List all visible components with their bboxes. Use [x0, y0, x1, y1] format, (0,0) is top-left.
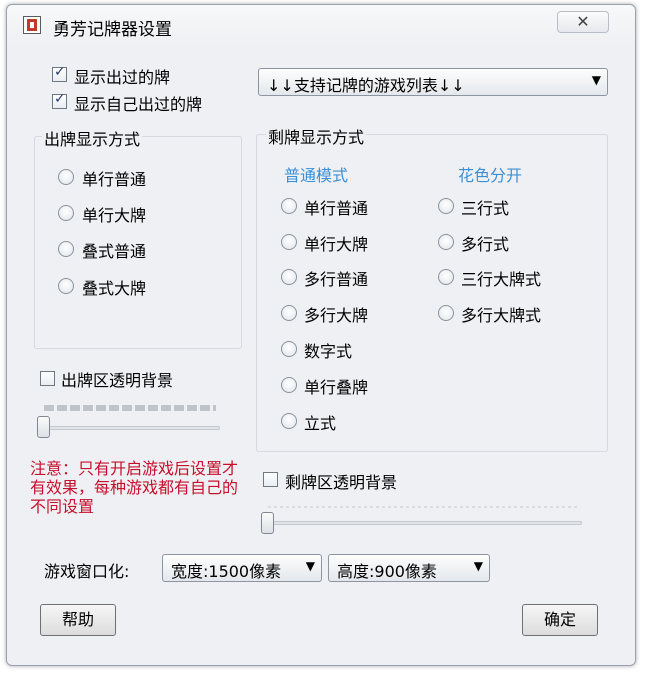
height-dropdown-value: 高度:900像素 [337, 562, 437, 581]
played-slider-ticks [44, 405, 216, 411]
played-option-1: 单行大牌 [82, 206, 147, 225]
remaining-normal-radio-3[interactable] [281, 305, 297, 321]
remaining-transparent-label: 剩牌区透明背景 [285, 473, 398, 492]
remaining-suit-radio-0[interactable] [438, 198, 454, 214]
remaining-display-title: 剩牌显示方式 [266, 124, 367, 148]
remaining-slider-ticks [268, 506, 578, 508]
played-transparent-checkbox[interactable] [40, 371, 55, 386]
played-radio-0[interactable] [58, 169, 74, 185]
normal-mode-heading: 普通模式 [284, 166, 349, 185]
window-title: 勇芳记牌器设置 [53, 20, 172, 40]
remaining-normal-radio-0[interactable] [281, 198, 297, 214]
played-option-3: 叠式大牌 [82, 279, 147, 298]
remaining-transparent-checkbox[interactable] [263, 472, 278, 487]
played-radio-3[interactable] [58, 278, 74, 294]
title-bar: 勇芳记牌器设置 ✕ [7, 5, 635, 45]
close-icon: ✕ [576, 12, 590, 31]
remaining-slider-thumb[interactable] [261, 512, 274, 534]
played-radio-1[interactable] [58, 205, 74, 221]
remaining-slider-track[interactable] [262, 521, 582, 525]
suit-mode-heading: 花色分开 [458, 166, 523, 185]
remaining-suit-option-2: 三行大牌式 [461, 270, 542, 289]
remaining-normal-option-0: 单行普通 [304, 199, 369, 218]
remaining-suit-option-1: 多行式 [461, 235, 510, 254]
chevron-down-icon: ▼ [591, 73, 601, 87]
played-radio-2[interactable] [58, 241, 74, 257]
remaining-normal-option-5: 单行叠牌 [304, 378, 369, 397]
app-icon [23, 16, 41, 34]
remaining-normal-option-3: 多行大牌 [304, 306, 369, 325]
height-dropdown[interactable]: 高度:900像素 ▼ [328, 554, 490, 582]
remaining-normal-radio-2[interactable] [281, 269, 297, 285]
games-list-dropdown[interactable]: ↓↓支持记牌的游戏列表↓↓ ▼ [258, 68, 608, 96]
remaining-suit-radio-3[interactable] [438, 305, 454, 321]
remaining-normal-radio-4[interactable] [281, 341, 297, 357]
help-button[interactable]: 帮助 [40, 604, 116, 636]
remaining-normal-radio-1[interactable] [281, 234, 297, 250]
played-option-0: 单行普通 [82, 170, 147, 189]
window-size-label: 游戏窗口化: [44, 562, 130, 581]
show-played-checkbox[interactable] [52, 64, 67, 82]
played-transparent-label: 出牌区透明背景 [61, 371, 174, 390]
remaining-normal-option-2: 多行普通 [304, 270, 369, 289]
remaining-normal-radio-5[interactable] [281, 377, 297, 393]
close-button[interactable]: ✕ [557, 11, 609, 33]
played-slider-thumb[interactable] [37, 416, 50, 438]
remaining-suit-radio-2[interactable] [438, 269, 454, 285]
played-slider-track[interactable] [40, 426, 220, 430]
width-dropdown-value: 宽度:1500像素 [171, 562, 282, 581]
games-list-dropdown-label: ↓↓支持记牌的游戏列表↓↓ [267, 76, 465, 95]
show-played-label: 显示出过的牌 [74, 68, 171, 87]
chevron-down-icon: ▼ [473, 559, 483, 573]
show-own-played-label: 显示自己出过的牌 [74, 95, 203, 114]
remaining-normal-option-4: 数字式 [304, 342, 353, 361]
chevron-down-icon: ▼ [305, 559, 315, 573]
remaining-normal-radio-6[interactable] [281, 413, 297, 429]
remaining-normal-option-1: 单行大牌 [304, 235, 369, 254]
remaining-suit-radio-1[interactable] [438, 234, 454, 250]
show-own-played-checkbox[interactable] [52, 91, 67, 109]
notice-text: 注意：只有开启游戏后设置才有效果，每种游戏都有自己的不同设置 [30, 459, 239, 516]
remaining-suit-option-3: 多行大牌式 [461, 306, 542, 325]
width-dropdown[interactable]: 宽度:1500像素 ▼ [162, 554, 322, 582]
remaining-normal-option-6: 立式 [304, 414, 337, 433]
ok-button[interactable]: 确定 [522, 604, 598, 636]
played-option-2: 叠式普通 [82, 242, 147, 261]
remaining-suit-option-0: 三行式 [461, 199, 510, 218]
played-display-title: 出牌显示方式 [42, 126, 143, 150]
